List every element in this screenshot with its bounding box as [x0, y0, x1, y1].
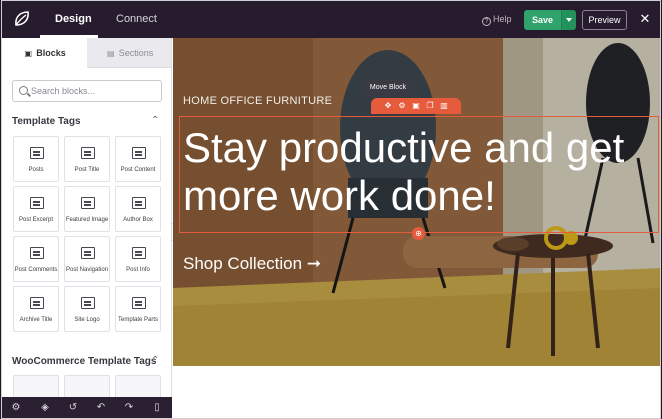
category-title-woocommerce[interactable]: WooCommerce Template Tags [12, 356, 156, 367]
comments-icon [30, 247, 44, 259]
block-woocommerce-placeholder[interactable] [115, 375, 161, 397]
search-field[interactable] [12, 80, 162, 102]
block-post-comments[interactable]: Post Comments [13, 236, 59, 282]
move-icon[interactable]: ✥ [383, 100, 393, 112]
sections-icon: ▤ [106, 49, 115, 58]
delete-icon[interactable]: ▥ [439, 100, 449, 112]
block-post-title[interactable]: Post Title [64, 136, 110, 182]
block-post-content[interactable]: Post Content [115, 136, 161, 182]
block-label: Featured Image [65, 217, 109, 223]
app-window: Design Connect ? Help Save Preview ✕ ▣ Blo… [1, 0, 661, 419]
chevron-up-icon[interactable]: ⌃ [151, 355, 159, 366]
help-link[interactable]: ? Help [482, 1, 512, 38]
tab-connect[interactable]: Connect [116, 1, 157, 38]
image-icon [81, 197, 95, 209]
block-label: Post Content [120, 167, 156, 173]
page-canvas: Move Block ✥ ⚙ ▣ ❐ ▥ HOME OFFICE FURNITU… [173, 38, 660, 418]
tab-design[interactable]: Design [55, 1, 92, 38]
template-parts-icon [132, 297, 146, 309]
sidebar-tabs: ▣ Blocks ▤ Sections [2, 38, 171, 68]
save-icon[interactable]: ▣ [411, 100, 421, 112]
shop-collection-link[interactable]: Shop Collection ➞ [183, 254, 321, 274]
hero-section[interactable]: Move Block ✥ ⚙ ▣ ❐ ▥ HOME OFFICE FURNITU… [173, 38, 660, 366]
hero-kicker[interactable]: HOME OFFICE FURNITURE [183, 95, 332, 107]
block-label: Post Title [74, 167, 100, 173]
block-posts[interactable]: Posts [13, 136, 59, 182]
bottom-toolbar: ⚙ ◈ ↺ ↶ ↷ ▯ [2, 397, 172, 418]
navigation-icon [81, 247, 95, 259]
undo-icon[interactable]: ↶ [94, 401, 108, 415]
hero-headline[interactable]: Stay productive and get more work done! [183, 124, 653, 220]
settings-icon[interactable]: ⚙ [397, 100, 407, 112]
block-post-navigation[interactable]: Post Navigation [64, 236, 110, 282]
chevron-up-icon[interactable]: ⌃ [151, 115, 159, 126]
help-circle-icon: ? [482, 17, 491, 26]
block-archive-title[interactable]: Archive Title [13, 286, 59, 332]
category-title-template-tags[interactable]: Template Tags [12, 116, 81, 127]
block-woocommerce-placeholder[interactable] [64, 375, 110, 397]
archive-title-icon [30, 297, 44, 309]
search-input[interactable] [31, 83, 156, 99]
post-excerpt-icon [30, 197, 44, 209]
preview-button[interactable]: Preview [582, 10, 627, 30]
block-label: Template Parts [117, 317, 159, 323]
site-logo-icon [81, 297, 95, 309]
block-woocommerce-placeholder[interactable] [13, 375, 59, 397]
info-icon [132, 247, 146, 259]
save-button[interactable]: Save [524, 10, 561, 30]
block-template-parts[interactable]: Template Parts [115, 286, 161, 332]
block-label: Posts [28, 167, 44, 173]
add-block-icon[interactable]: ⊕ [412, 227, 425, 240]
block-toolbar: ✥ ⚙ ▣ ❐ ▥ [371, 98, 461, 114]
author-icon [132, 197, 146, 209]
block-post-excerpt[interactable]: Post Excerpt [13, 186, 59, 232]
tab-blocks-label: Blocks [36, 48, 66, 58]
search-icon [19, 86, 28, 95]
chevron-down-icon[interactable] [561, 10, 576, 30]
post-content-icon [132, 147, 146, 159]
sidebar: ▣Blocks ▤Sections Template Tags ⌃ Posts … [2, 38, 172, 397]
tab-sections[interactable]: ▤ Sections [87, 38, 171, 68]
block-label: Post Excerpt [18, 217, 53, 223]
block-featured-image[interactable]: Featured Image [64, 186, 110, 232]
close-icon[interactable]: ✕ [638, 12, 652, 26]
post-title-icon [81, 147, 95, 159]
mobile-preview-icon[interactable]: ▯ [150, 401, 164, 415]
seedprod-leaf-logo[interactable] [12, 9, 32, 29]
move-block-tooltip: Move Block [363, 80, 413, 96]
block-author-box[interactable]: Author Box [115, 186, 161, 232]
top-bar: Design Connect ? Help Save Preview ✕ [2, 1, 660, 38]
blocks-icon: ▣ [24, 49, 33, 58]
tab-blocks[interactable]: ▣ Blocks [2, 38, 87, 68]
redo-icon[interactable]: ↷ [122, 401, 136, 415]
layers-icon[interactable]: ◈ [38, 401, 52, 415]
block-label: Site Logo [74, 317, 100, 323]
help-label: Help [493, 14, 512, 24]
block-label: Post Navigation [65, 267, 109, 273]
block-post-info[interactable]: Post Info [115, 236, 161, 282]
settings-icon[interactable]: ⚙ [9, 401, 23, 415]
history-icon[interactable]: ↺ [66, 401, 80, 415]
block-label: Archive Title [19, 317, 53, 323]
block-label: Author Box [123, 217, 153, 223]
duplicate-icon[interactable]: ❐ [425, 100, 435, 112]
block-label: Post Info [126, 267, 150, 273]
block-site-logo[interactable]: Site Logo [64, 286, 110, 332]
posts-icon [30, 147, 44, 159]
block-label: Post Comments [14, 267, 58, 273]
tab-sections-label: Sections [118, 48, 154, 58]
